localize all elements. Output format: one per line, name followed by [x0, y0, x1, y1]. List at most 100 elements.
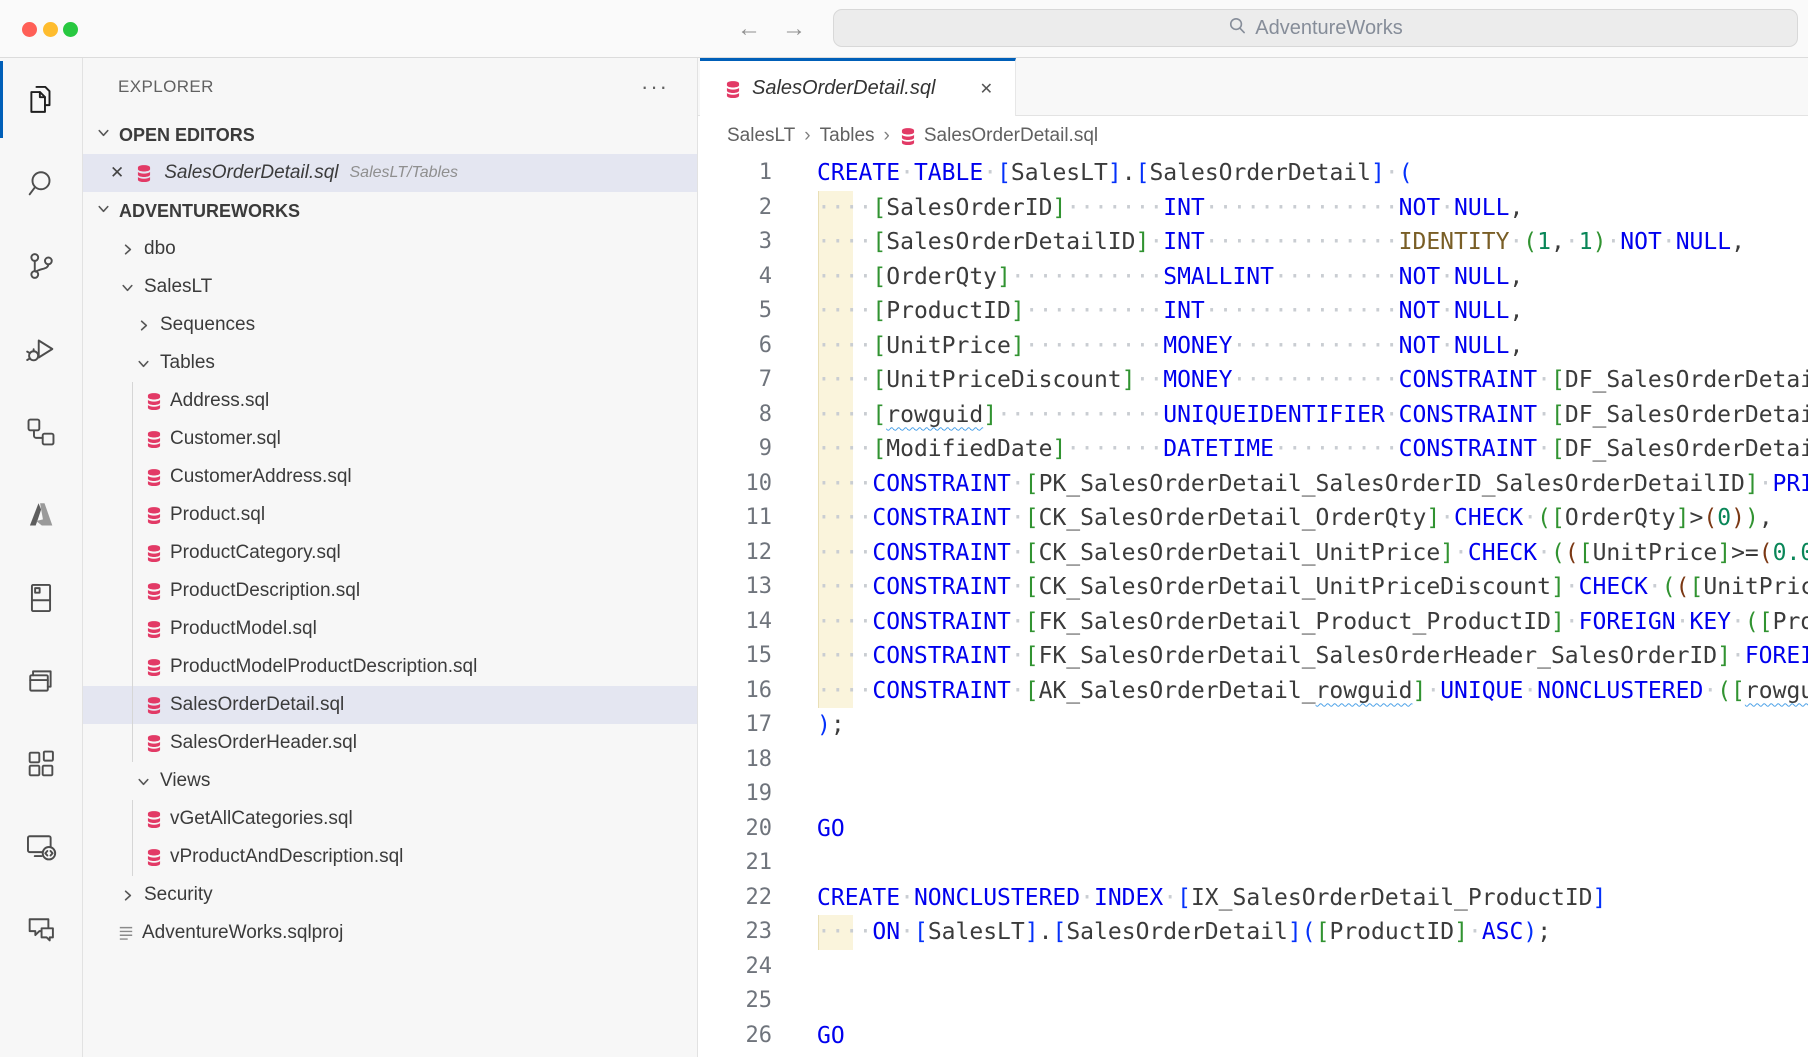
tree-folder-sequences[interactable]: Sequences — [83, 306, 697, 344]
tree-item-label: AdventureWorks.sqlproj — [142, 922, 343, 944]
tree-item-productmodel-sql[interactable]: ProductModel.sql — [83, 610, 697, 648]
tree-item-vproductanddescription-sql[interactable]: vProductAndDescription.sql — [83, 838, 697, 876]
tree-item-label: Views — [160, 770, 210, 792]
tree-folder-saleslt[interactable]: SalesLT — [83, 268, 697, 306]
tree-item-productcategory-sql[interactable]: ProductCategory.sql — [83, 534, 697, 572]
open-editor-file-path: SalesLT/Tables — [350, 164, 459, 182]
tree-item-salesorderdetail-sql[interactable]: SalesOrderDetail.sql — [83, 686, 697, 724]
run-and-debug-icon[interactable] — [0, 307, 82, 390]
code-line[interactable]: 21 — [698, 846, 1808, 881]
tree-item-address-sql[interactable]: Address.sql — [83, 382, 697, 420]
tree-item-customeraddress-sql[interactable]: CustomerAddress.sql — [83, 458, 697, 496]
code-line[interactable]: 19 — [698, 777, 1808, 812]
comments-icon[interactable] — [0, 888, 82, 971]
search-icon — [1228, 16, 1247, 41]
line-number: 4 — [698, 260, 772, 295]
tree-folder-views[interactable]: Views — [83, 762, 697, 800]
code-line-content: ····[rowguid]············UNIQUEIDENTIFIE… — [772, 398, 1808, 433]
code-line-content: ····CONSTRAINT·[CK_SalesOrderDetail_Unit… — [772, 570, 1808, 605]
code-line[interactable]: 23····ON·[SalesLT].[SalesOrderDetail]([P… — [698, 915, 1808, 950]
remote-explorer-icon[interactable] — [0, 805, 82, 888]
tree-folder-tables[interactable]: Tables — [83, 344, 697, 382]
code-line[interactable]: 15····CONSTRAINT·[FK_SalesOrderDetail_Sa… — [698, 639, 1808, 674]
navigate-forward-button[interactable]: → — [782, 0, 806, 58]
code-line[interactable]: 11····CONSTRAINT·[CK_SalesOrderDetail_Or… — [698, 501, 1808, 536]
tree-item-salesorderheader-sql[interactable]: SalesOrderHeader.sql — [83, 724, 697, 762]
code-line-content: GO — [772, 812, 845, 847]
explorer-sidebar: EXPLORER ··· OPEN EDITORS ✕ SalesOrderDe… — [83, 58, 698, 1057]
open-editors-header[interactable]: OPEN EDITORS — [83, 116, 697, 154]
code-line[interactable]: 8····[rowguid]············UNIQUEIDENTIFI… — [698, 398, 1808, 433]
tree-item-customer-sql[interactable]: Customer.sql — [83, 420, 697, 458]
code-line[interactable]: 3····[SalesOrderDetailID]·INT···········… — [698, 225, 1808, 260]
line-number: 16 — [698, 674, 772, 709]
code-line[interactable]: 10····CONSTRAINT·[PK_SalesOrderDetail_Sa… — [698, 467, 1808, 502]
navigate-back-button[interactable]: ← — [737, 0, 761, 58]
line-number: 9 — [698, 432, 772, 467]
tree-folder-dbo[interactable]: dbo — [83, 230, 697, 268]
extensions-icon[interactable] — [0, 722, 82, 805]
code-line[interactable]: 1CREATE·TABLE·[SalesLT].[SalesOrderDetai… — [698, 156, 1808, 191]
tree-folder-security[interactable]: Security — [83, 876, 697, 914]
code-line[interactable]: 2····[SalesOrderID]·······INT···········… — [698, 191, 1808, 226]
code-line[interactable]: 17); — [698, 708, 1808, 743]
code-line[interactable]: 9····[ModifiedDate]·······DATETIME······… — [698, 432, 1808, 467]
breadcrumb-item[interactable]: Tables — [820, 125, 875, 147]
tree-item-vgetallcategories-sql[interactable]: vGetAllCategories.sql — [83, 800, 697, 838]
tree-item-label: Sequences — [160, 314, 255, 336]
code-line[interactable]: 6····[UnitPrice]··········MONEY·········… — [698, 329, 1808, 364]
code-line[interactable]: 24 — [698, 950, 1808, 985]
close-icon[interactable]: ✕ — [980, 79, 993, 99]
code-editor[interactable]: 1CREATE·TABLE·[SalesLT].[SalesOrderDetai… — [698, 156, 1808, 1057]
window-minimize-button[interactable] — [43, 22, 58, 37]
source-control-icon[interactable] — [0, 224, 82, 307]
code-line[interactable]: 13····CONSTRAINT·[CK_SalesOrderDetail_Un… — [698, 570, 1808, 605]
code-line[interactable]: 18 — [698, 743, 1808, 778]
tree-item-label: Product.sql — [170, 504, 265, 526]
more-actions-button[interactable]: ··· — [641, 58, 669, 116]
tab-strip: SalesOrderDetail.sql ✕ — [698, 58, 1808, 116]
database-projects-icon[interactable] — [0, 556, 82, 639]
breadcrumb-item[interactable]: SalesLT — [727, 125, 795, 147]
code-line-content: ····[SalesOrderDetailID]·INT············… — [772, 225, 1745, 260]
chevron-right-icon: › — [804, 125, 810, 147]
tree-item-adventureworks-sqlproj[interactable]: AdventureWorks.sqlproj — [83, 914, 697, 952]
tree-item-label: CustomerAddress.sql — [170, 466, 352, 488]
explorer-icon[interactable] — [0, 58, 82, 141]
code-line[interactable]: 16····CONSTRAINT·[AK_SalesOrderDetail_ro… — [698, 674, 1808, 709]
project-section-header[interactable]: ADVENTUREWORKS — [83, 192, 697, 230]
window-close-button[interactable] — [22, 22, 37, 37]
code-line-content: ····[UnitPrice]··········MONEY··········… — [772, 329, 1523, 364]
tab-salesorderdetail[interactable]: SalesOrderDetail.sql ✕ — [700, 58, 1016, 116]
code-line[interactable]: 12····CONSTRAINT·[CK_SalesOrderDetail_Un… — [698, 536, 1808, 571]
line-number: 8 — [698, 398, 772, 433]
window-zoom-button[interactable] — [63, 22, 78, 37]
command-center-search[interactable]: AdventureWorks — [833, 9, 1798, 47]
code-line[interactable]: 5····[ProductID]··········INT···········… — [698, 294, 1808, 329]
line-number: 25 — [698, 984, 772, 1019]
code-line-content: ····[SalesOrderID]·······INT············… — [772, 191, 1523, 226]
sidebar-title: EXPLORER — [118, 77, 214, 97]
tree-item-product-sql[interactable]: Product.sql — [83, 496, 697, 534]
code-line[interactable]: 4····[OrderQty]···········SMALLINT······… — [698, 260, 1808, 295]
schema-compare-icon[interactable] — [0, 639, 82, 722]
azure-icon[interactable] — [0, 473, 82, 556]
connections-icon[interactable] — [0, 390, 82, 473]
code-line[interactable]: 7····[UnitPriceDiscount]··MONEY·········… — [698, 363, 1808, 398]
tree-item-label: SalesOrderHeader.sql — [170, 732, 357, 754]
tree-item-productmodelproductdescription-sql[interactable]: ProductModelProductDescription.sql — [83, 648, 697, 686]
line-number: 3 — [698, 225, 772, 260]
code-line[interactable]: 14····CONSTRAINT·[FK_SalesOrderDetail_Pr… — [698, 605, 1808, 640]
tab-label: SalesOrderDetail.sql — [752, 77, 970, 100]
code-line[interactable]: 25 — [698, 984, 1808, 1019]
code-line[interactable]: 26GO — [698, 1019, 1808, 1054]
search-icon[interactable] — [0, 141, 82, 224]
code-line[interactable]: 22CREATE·NONCLUSTERED·INDEX·[IX_SalesOrd… — [698, 881, 1808, 916]
breadcrumb: SalesLT › Tables › SalesOrderDetail.sql — [698, 116, 1808, 156]
database-file-icon — [145, 468, 163, 486]
close-icon[interactable]: ✕ — [110, 163, 124, 183]
breadcrumb-item-file[interactable]: SalesOrderDetail.sql — [899, 125, 1098, 147]
tree-item-productdescription-sql[interactable]: ProductDescription.sql — [83, 572, 697, 610]
open-editor-item[interactable]: ✕ SalesOrderDetail.sql SalesLT/Tables — [83, 154, 697, 192]
code-line[interactable]: 20GO — [698, 812, 1808, 847]
